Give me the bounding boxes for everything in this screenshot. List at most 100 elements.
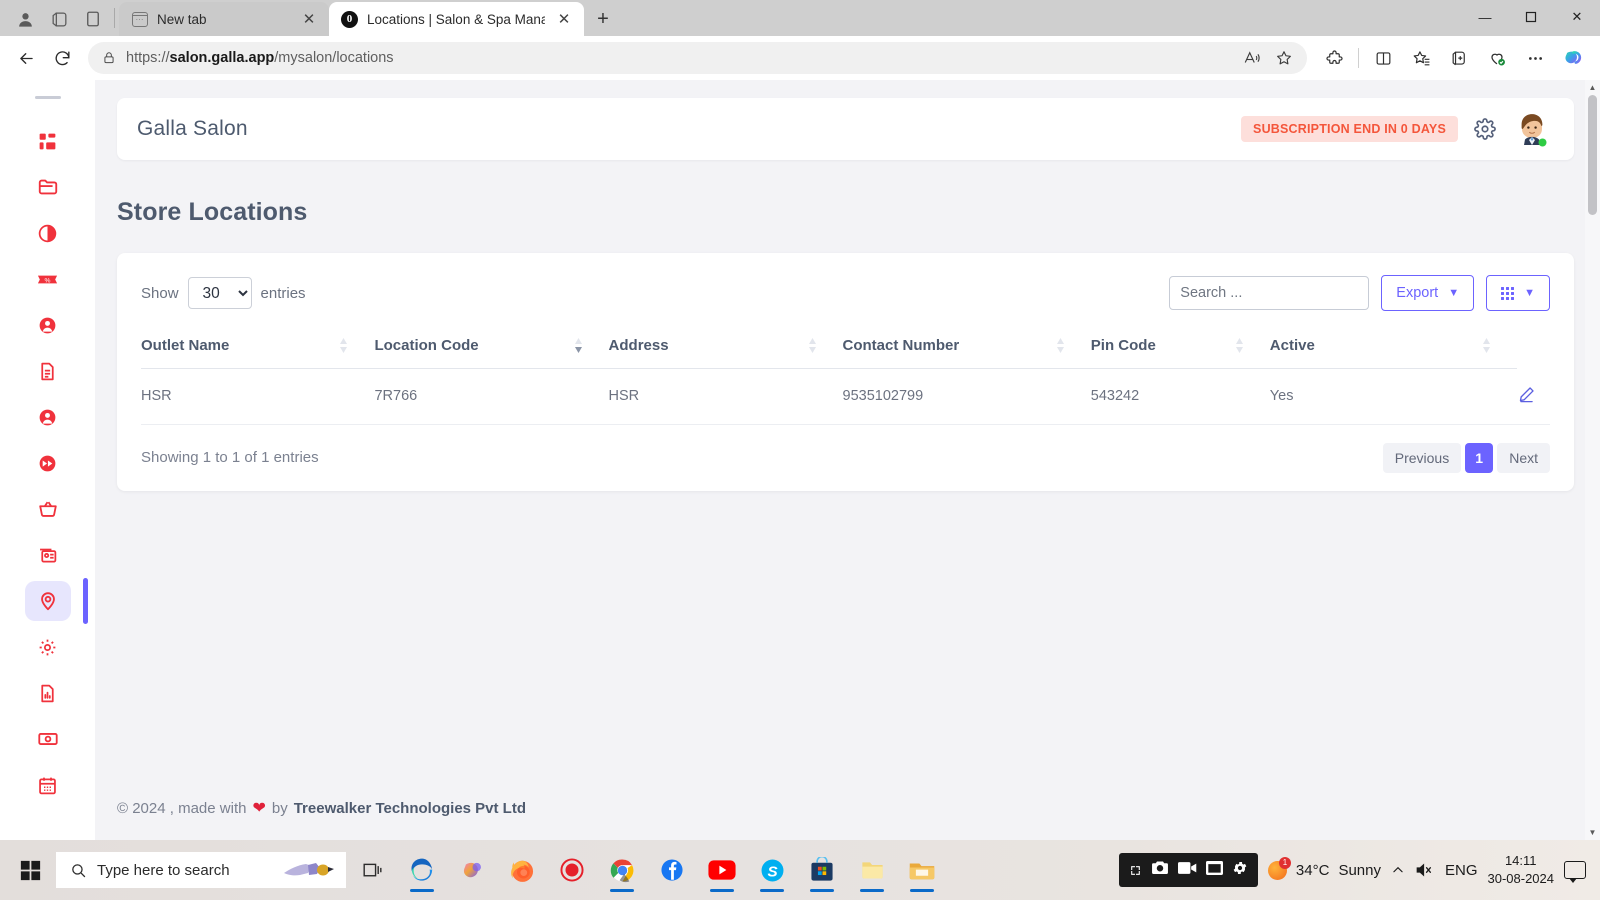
gear-icon[interactable] [1474,118,1496,140]
pagination-next[interactable]: Next [1497,442,1550,473]
column-header-address[interactable]: Address [608,327,843,369]
sort-icon[interactable] [808,338,817,357]
avatar[interactable] [1512,109,1552,149]
favorite-star-icon[interactable] [1269,44,1299,72]
column-header-active[interactable]: Active [1269,327,1517,369]
export-button[interactable]: Export ▼ [1381,275,1475,311]
browser-tab-new-tab[interactable]: New tab ✕ [119,2,329,36]
sidebar-item-contrast[interactable] [25,213,71,253]
column-header-location-code[interactable]: Location Code [374,327,609,369]
scrollbar-thumb[interactable] [1588,95,1597,215]
sidebar-item-settings[interactable] [25,627,71,667]
sidebar-collapse-handle[interactable] [34,96,61,99]
close-button[interactable]: ✕ [1554,0,1600,34]
copilot-icon[interactable] [1556,42,1590,74]
settings-icon[interactable] [1232,860,1248,881]
sort-icon[interactable] [339,338,348,357]
profile-icon[interactable] [8,2,42,36]
minimize-button[interactable]: — [1462,0,1508,34]
task-view-icon[interactable] [348,846,396,894]
tab-close-icon[interactable]: ✕ [554,9,574,29]
scroll-up-arrow[interactable]: ▲ [1585,80,1600,95]
copilot-icon[interactable] [448,846,496,894]
chrome-icon[interactable] [598,846,646,894]
taskbar-clock[interactable]: 14:11 30-08-2024 [1488,852,1555,887]
sort-icon[interactable] [1235,338,1244,357]
subscription-badge[interactable]: SUBSCRIPTION END IN 0 DAYS [1241,116,1458,142]
table-row[interactable]: HSR 7R766 HSR 9535102799 543242 Yes [141,368,1550,425]
sidebar-item-products[interactable] [25,489,71,529]
read-aloud-icon[interactable] [1237,44,1267,72]
skype-icon[interactable]: S [748,846,796,894]
tab-actions-icon[interactable] [76,2,110,36]
tray-expand-chevron-icon[interactable] [1391,863,1405,877]
sidebar-item-invoice[interactable] [25,351,71,391]
column-label: Outlet Name [141,337,230,354]
facebook-icon[interactable] [648,846,696,894]
pagination-previous[interactable]: Previous [1382,442,1462,473]
settings-more-icon[interactable] [1518,42,1552,74]
column-header-outlet-name[interactable]: Outlet Name [141,327,375,369]
split-screen-icon[interactable] [1366,42,1400,74]
sidebar-item-calendar[interactable] [25,765,71,805]
collections-icon[interactable] [1442,42,1476,74]
video-icon[interactable] [1177,861,1197,880]
pagination-page-1[interactable]: 1 [1465,442,1494,473]
workspaces-icon[interactable] [42,2,76,36]
back-icon[interactable] [10,42,42,74]
sidebar-item-payments[interactable] [25,719,71,759]
file-explorer-icon[interactable] [898,846,946,894]
search-input[interactable] [1169,276,1370,310]
column-header-contact-number[interactable]: Contact Number [842,327,1091,369]
column-header-pin-code[interactable]: Pin Code [1090,327,1270,369]
camera-icon[interactable] [1151,860,1169,880]
tab-close-icon[interactable]: ✕ [299,9,319,29]
sidebar-item-forward[interactable] [25,443,71,483]
language-indicator[interactable]: ENG [1445,862,1478,879]
recorder-icon[interactable] [548,846,596,894]
reload-icon[interactable] [46,42,78,74]
contrast-circle-icon [37,223,58,244]
weather-widget[interactable]: 1 34°C Sunny [1267,856,1381,880]
page-length-select[interactable]: 10253050100 [187,277,252,309]
microsoft-store-icon[interactable] [798,846,846,894]
extensions-icon[interactable] [1317,42,1351,74]
sidebar-item-locations[interactable] [24,578,88,624]
volume-muted-icon[interactable] [1415,862,1435,878]
browser-tab-locations[interactable]: 0 Locations | Salon & Spa Managem ✕ [329,2,584,36]
favorites-list-icon[interactable] [1404,42,1438,74]
sort-icon[interactable] [1056,338,1065,357]
column-visibility-button[interactable]: ▼ [1486,275,1550,311]
sidebar-item-staff[interactable] [25,397,71,437]
maximize-button[interactable] [1508,0,1554,34]
table-footer: Showing 1 to 1 of 1 entries Previous 1 N… [141,442,1550,473]
sidebar-item-dashboard[interactable] [25,121,71,161]
window-icon[interactable] [1205,860,1223,880]
folder-yellow-icon[interactable] [848,846,896,894]
sort-icon[interactable] [1482,338,1491,357]
youtube-icon[interactable] [698,846,746,894]
url-domain: salon.galla.app [169,50,275,66]
firefox-icon[interactable] [498,846,546,894]
notification-icon[interactable] [1564,861,1586,883]
taskbar-search[interactable]: Type here to search [56,852,346,888]
id-card-icon [37,545,58,566]
sidebar-item-customer[interactable] [25,305,71,345]
sidebar-item-folder[interactable] [25,167,71,207]
sidebar-item-membership[interactable] [25,535,71,575]
browser-essentials-icon[interactable] [1480,42,1514,74]
scroll-down-arrow[interactable]: ▼ [1585,825,1600,840]
page-scrollbar[interactable]: ▲ ▼ [1585,80,1600,840]
table-body: HSR 7R766 HSR 9535102799 543242 Yes [141,368,1550,425]
edge-icon[interactable] [398,846,446,894]
new-tab-button[interactable]: + [588,4,618,34]
heart-icon: ❤ [252,800,266,817]
sidebar-item-discount[interactable]: % [25,259,71,299]
sidebar-item-reports[interactable] [25,673,71,713]
screenshot-icon[interactable] [1129,864,1142,877]
sort-icon[interactable] [574,338,583,357]
address-bar[interactable]: https://salon.galla.app/mysalon/location… [88,42,1307,74]
start-button[interactable] [6,847,54,893]
pencil-edit-icon[interactable] [1517,386,1536,408]
recorder-toolbar[interactable] [1118,853,1258,887]
